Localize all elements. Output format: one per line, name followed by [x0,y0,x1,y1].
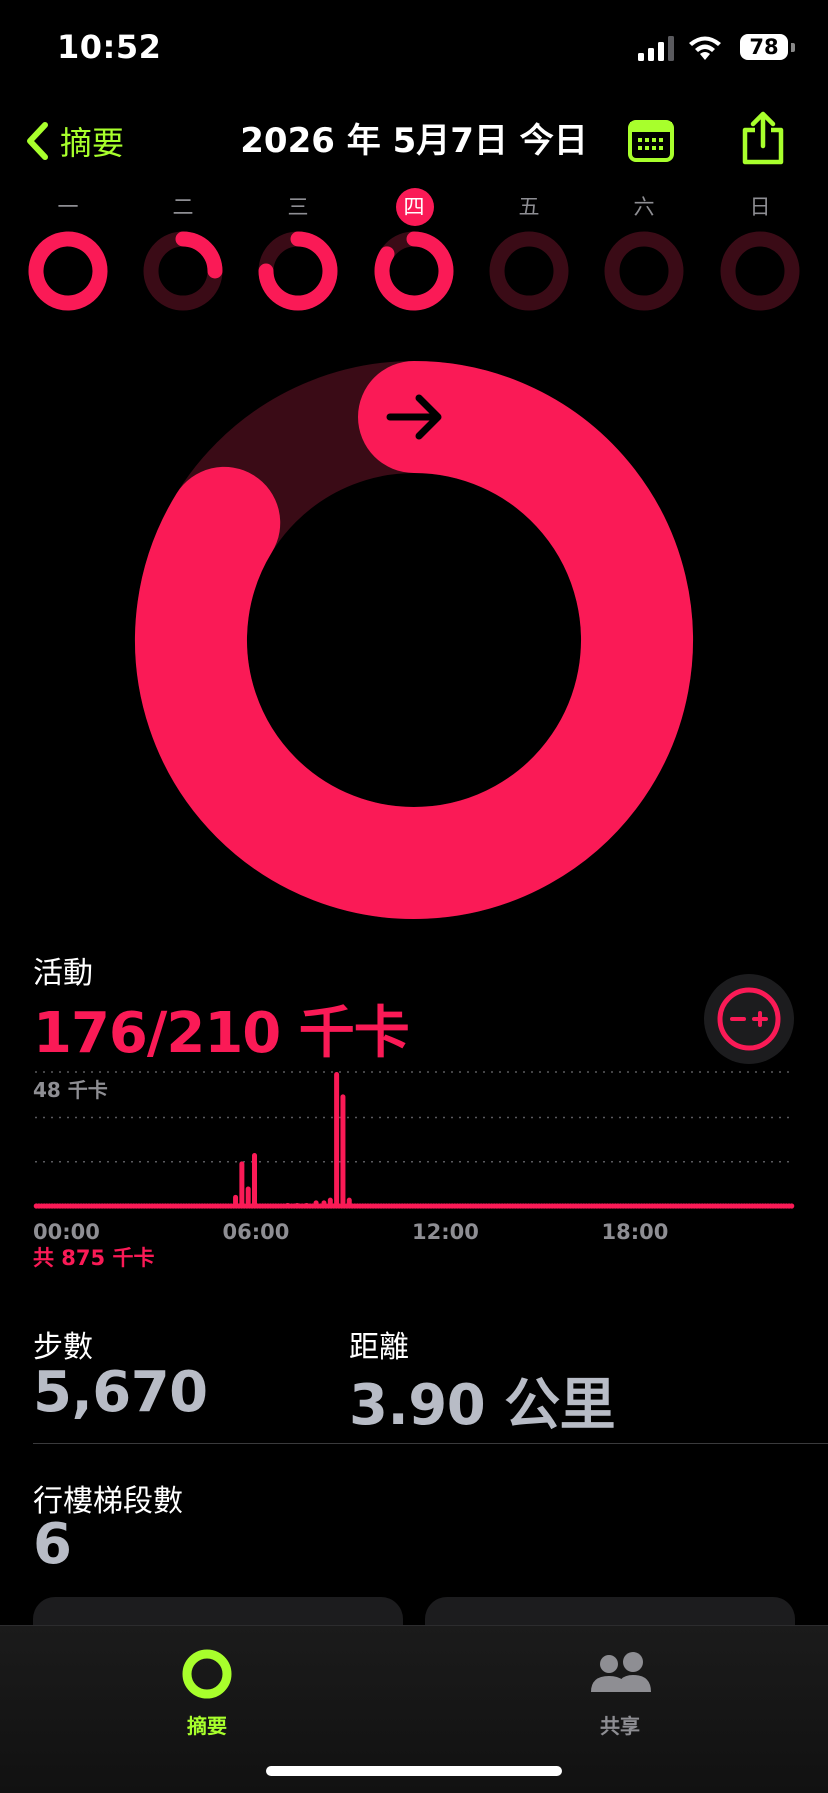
status-time: 10:52 [57,28,162,66]
tab-sharing-label: 共享 [600,1714,640,1738]
divider [33,1443,828,1444]
chart-bar [334,1072,340,1206]
battery-icon: 78 [740,34,795,60]
day-label: 一 [57,195,79,219]
flights-value: 6 [33,1512,72,1577]
chart-bar [340,1094,346,1206]
activity-total: 共 875 千卡 [33,1246,155,1270]
activity-rings-icon [182,1649,232,1699]
day-6[interactable]: 日 [710,190,810,320]
activity-chart: 48 千卡 00:00 06:00 12:00 18:00 [33,1071,795,1242]
chart-bar [346,1197,352,1206]
status-icons: 78 [638,32,795,66]
ring-progress [28,231,108,311]
day-label: 三 [287,195,309,219]
calendar-icon [628,120,674,162]
day-label: 日 [749,195,771,219]
share-button[interactable] [738,110,788,166]
chart-xtick: 18:00 [602,1220,669,1242]
page-title: 2026 年 5月7日 今日 [240,121,588,161]
day-2[interactable]: 三 [248,190,348,320]
day-ring [489,231,569,311]
chart-bar [239,1161,245,1206]
ring-track [720,231,800,311]
chart-xtick: 12:00 [412,1220,479,1242]
chart-xtick: 06:00 [223,1220,290,1242]
ring-track [489,231,569,311]
chart-xtick: 00:00 [33,1220,100,1242]
back-label: 摘要 [60,124,125,162]
day-ring [143,231,223,311]
wifi-icon [689,36,721,60]
chart-bar [285,1203,291,1206]
chart-bar [327,1197,333,1206]
day-3[interactable]: 四 [364,188,464,320]
day-4[interactable]: 五 [479,190,579,320]
chart-bar [233,1194,239,1206]
ring-progress [175,231,223,279]
ring-track [604,231,684,311]
home-indicator [266,1766,562,1776]
share-icon [742,111,784,165]
chart-bar [294,1203,300,1206]
change-goal-button[interactable] [704,974,794,1064]
battery-level: 78 [749,35,779,59]
back-button[interactable]: 摘要 [24,118,124,164]
day-5[interactable]: 六 [594,190,694,320]
tab-summary-label: 摘要 [187,1714,227,1738]
week-strip: 一二三四五六日 [0,188,828,320]
chevron-left-icon [27,122,48,160]
day-0[interactable]: 一 [18,190,118,320]
day-label: 四 [403,195,425,219]
chart-baseline-dot [789,1203,795,1209]
tab-sharing[interactable]: 共享 [520,1640,720,1740]
day-ring [720,231,800,311]
day-label: 二 [172,195,194,219]
chart-bar [304,1203,310,1206]
day-1[interactable]: 二 [133,190,233,320]
activity-value: 176/210 千卡 [33,1001,410,1066]
day-label: 六 [633,195,655,219]
adjust-goal-icon [717,987,781,1051]
day-ring [604,231,684,311]
day-ring [258,231,338,311]
calendar-button[interactable] [628,118,674,164]
cellular-signal-icon [638,36,674,61]
people-icon [591,1652,651,1692]
day-label: 五 [518,195,540,219]
move-ring[interactable] [134,360,694,920]
chart-ylabel: 48 千卡 [33,1078,108,1102]
chart-bar [321,1200,327,1206]
ring-progress [135,361,693,919]
tab-summary[interactable]: 摘要 [107,1640,307,1740]
chart-bar [245,1186,251,1206]
chart-bar [313,1200,319,1206]
activity-title: 活動 [33,956,93,991]
chart-bar [252,1152,258,1206]
day-ring [374,231,454,311]
ring-progress [374,231,454,311]
distance-value: 3.90 公里 [349,1373,616,1438]
day-ring [28,231,108,311]
steps-value: 5,670 [33,1360,208,1425]
